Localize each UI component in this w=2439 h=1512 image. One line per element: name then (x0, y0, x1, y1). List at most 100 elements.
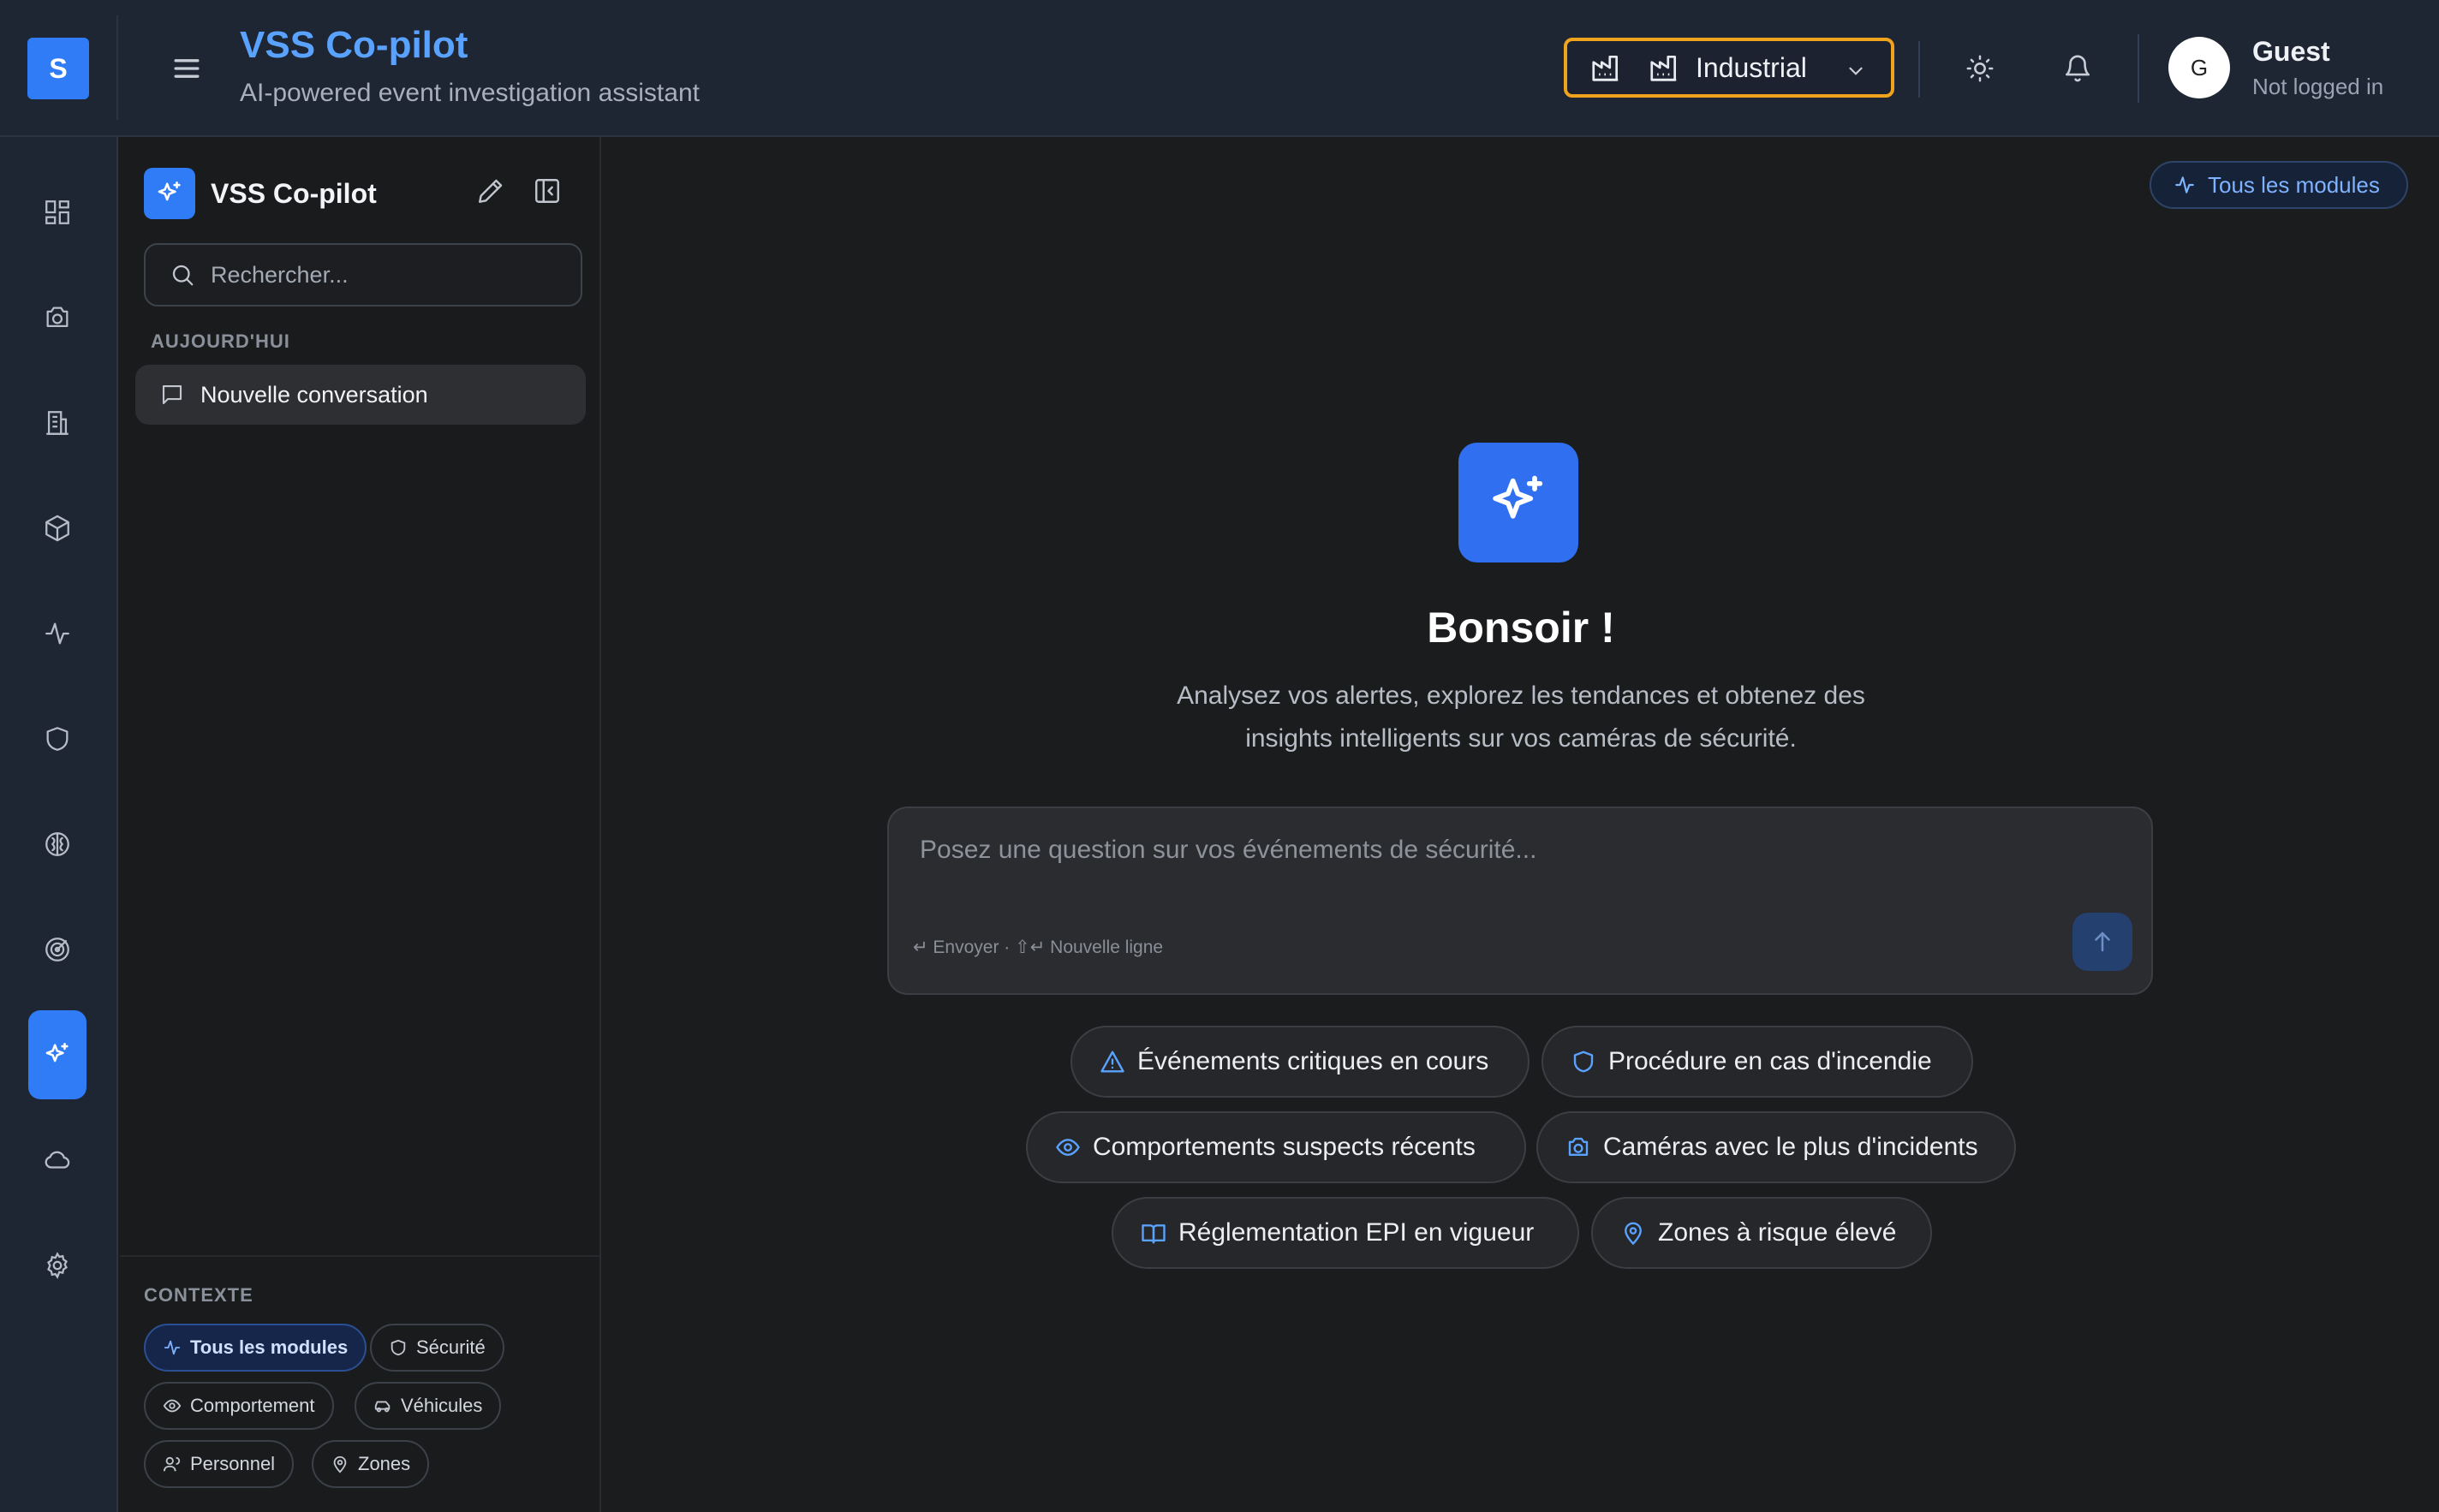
context-title: CONTEXTE (144, 1284, 253, 1306)
send-button[interactable] (2072, 913, 2132, 971)
camera-icon (1565, 1134, 1603, 1160)
rail-item-ai[interactable] (28, 800, 86, 889)
industry-select[interactable]: Industrial (1564, 38, 1894, 98)
intro-text: Analysez vos alertes, explorez les tenda… (1117, 675, 1925, 760)
user-status: Not logged in (2252, 74, 2384, 99)
camera-icon (43, 303, 72, 332)
box-icon (43, 514, 72, 543)
rail-item-cloud[interactable] (28, 1116, 86, 1205)
rail-item-settings[interactable] (28, 1221, 86, 1310)
suggestion-label: Réglementation EPI en vigueur (1178, 1218, 1535, 1247)
shield-icon (43, 724, 72, 753)
rail-item-cameras[interactable] (28, 273, 86, 362)
context-chip-zones[interactable]: Zones (312, 1440, 430, 1488)
copilot-logo (144, 168, 195, 219)
alert-triangle-icon (1100, 1049, 1137, 1074)
suggestion-ppe-regulation[interactable]: Réglementation EPI en vigueur (1112, 1197, 1579, 1269)
menu-icon[interactable] (168, 50, 206, 87)
industry-label: Industrial (1696, 51, 1807, 83)
sparkles-icon (1486, 470, 1551, 535)
message-composer: ↵ Envoyer · ⇧↵ Nouvelle ligne (887, 807, 2153, 995)
chip-label: Personnel (190, 1453, 276, 1474)
module-filter-pill[interactable]: Tous les modules (2150, 161, 2408, 209)
user-name: Guest (2252, 36, 2330, 67)
nav-rail (0, 137, 118, 1512)
collapse-panel-icon[interactable] (533, 176, 570, 214)
suggestion-label: Événements critiques en cours (1137, 1047, 1489, 1075)
dashboard-icon (43, 198, 72, 227)
chip-label: Sécurité (416, 1336, 486, 1358)
context-chip-vehicles[interactable]: Véhicules (355, 1382, 502, 1430)
rail-item-security[interactable] (28, 694, 86, 783)
copilot-hero-icon (1458, 443, 1578, 563)
book-icon (1141, 1220, 1178, 1246)
map-pin-icon (1620, 1220, 1658, 1246)
rail-item-objects[interactable] (28, 484, 86, 573)
intro-line: Analysez vos alertes, explorez les tenda… (1177, 682, 1865, 710)
app-logo[interactable]: S (27, 38, 89, 99)
activity-icon (163, 1338, 190, 1357)
top-header: S VSS Co-pilot AI-powered event investig… (0, 0, 2439, 137)
factory-icon (1648, 51, 1680, 84)
chip-label: Zones (358, 1453, 411, 1474)
sidebar-title: VSS Co-pilot (211, 178, 377, 209)
chip-label: Véhicules (401, 1395, 483, 1416)
eye-icon (1055, 1134, 1093, 1160)
context-chip-personnel[interactable]: Personnel (144, 1440, 295, 1488)
suggestion-critical-events[interactable]: Événements critiques en cours (1070, 1026, 1530, 1098)
search-input[interactable] (211, 261, 553, 289)
sparkles-icon (155, 179, 184, 208)
chip-label: Comportement (190, 1395, 315, 1416)
message-input[interactable] (920, 836, 2119, 887)
suggestion-label: Procédure en cas d'incendie (1608, 1047, 1932, 1075)
context-chip-security[interactable]: Sécurité (370, 1324, 504, 1372)
search-icon (170, 262, 195, 288)
new-chat-pencil-icon[interactable] (476, 176, 514, 214)
cloud-icon (43, 1146, 72, 1175)
rail-item-dashboard[interactable] (28, 168, 86, 257)
context-chip-behavior[interactable]: Comportement (144, 1382, 334, 1430)
arrow-up-icon (2090, 929, 2115, 955)
avatar[interactable]: G (2168, 37, 2230, 98)
intro-line: insights intelligents sur vos caméras de… (1245, 724, 1797, 753)
sparkles-icon (43, 1040, 72, 1069)
suggestion-high-risk-zones[interactable]: Zones à risque élevé (1591, 1197, 1932, 1269)
header-divider (2138, 34, 2139, 103)
message-square-icon (159, 382, 185, 408)
brain-icon (43, 830, 72, 859)
car-icon (373, 1396, 401, 1415)
settings-icon (43, 1251, 72, 1280)
map-pin-icon (331, 1455, 358, 1473)
building-icon (43, 408, 72, 438)
context-chip-all-modules[interactable]: Tous les modules (144, 1324, 367, 1372)
activity-icon (43, 619, 72, 648)
suggestion-suspicious-behavior[interactable]: Comportements suspects récents (1026, 1111, 1526, 1183)
app-subtitle: AI-powered event investigation assistant (240, 79, 700, 107)
search-box[interactable] (144, 243, 582, 307)
module-filter-label: Tous les modules (2208, 171, 2380, 198)
rail-item-radar[interactable] (28, 905, 86, 994)
users-icon (163, 1455, 190, 1473)
chip-label: Tous les modules (190, 1336, 349, 1358)
bell-icon[interactable] (2054, 45, 2102, 92)
rail-item-activity[interactable] (28, 589, 86, 678)
header-divider (1918, 41, 1920, 98)
conversation-title: Nouvelle conversation (200, 381, 428, 408)
main-chat-area: Tous les modules Bonsoir ! Analysez vos … (603, 137, 2439, 1512)
context-panel: CONTEXTE Tous les modules Sécurité Compo… (120, 1255, 599, 1512)
factory-icon (1589, 51, 1622, 84)
rail-item-copilot[interactable] (28, 1010, 86, 1099)
suggestion-top-cameras[interactable]: Caméras avec le plus d'incidents (1536, 1111, 2016, 1183)
suggestion-fire-procedure[interactable]: Procédure en cas d'incendie (1542, 1026, 1973, 1098)
activity-icon (2174, 174, 2208, 196)
shield-icon (1571, 1049, 1608, 1074)
theme-toggle-sun-icon[interactable] (1956, 45, 2004, 92)
suggestion-label: Comportements suspects récents (1093, 1133, 1476, 1161)
rail-item-sites[interactable] (28, 378, 86, 467)
suggestion-label: Zones à risque élevé (1658, 1218, 1897, 1247)
chevron-down-icon (1845, 60, 1867, 82)
conversation-sidebar: VSS Co-pilot AUJOURD'HUI Nouvelle conver… (120, 137, 601, 1512)
app-title: VSS Co-pilot (240, 24, 468, 66)
keyboard-hint: ↵ Envoyer · ⇧↵ Nouvelle ligne (913, 938, 1164, 957)
conversation-item[interactable]: Nouvelle conversation (135, 365, 586, 425)
